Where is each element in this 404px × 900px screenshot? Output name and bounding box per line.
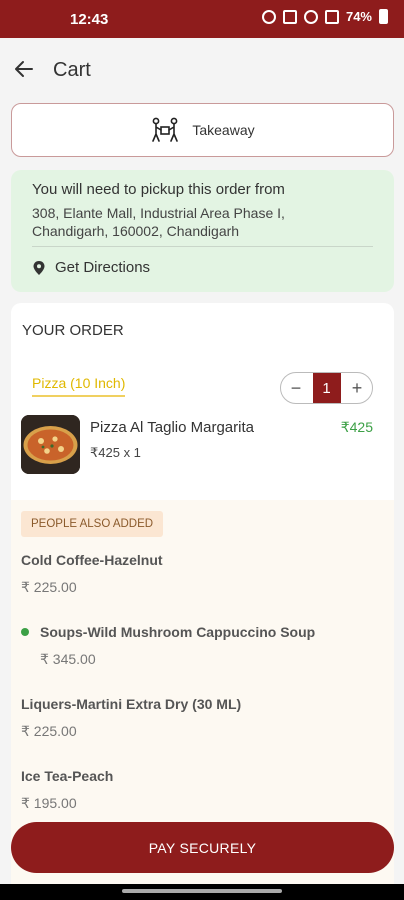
status-time: 12:43 [70, 11, 109, 28]
takeaway-handover-icon [152, 117, 179, 142]
category-label: Pizza (10 Inch) [32, 375, 126, 397]
get-directions-link[interactable]: Get Directions [33, 259, 150, 276]
order-title: YOUR ORDER [22, 322, 124, 339]
app-header: Cart [0, 38, 404, 100]
status-icons: 74% [261, 9, 388, 24]
takeaway-option[interactable]: Takeaway [11, 103, 394, 157]
suggestion-price: ₹ 345.00 [40, 651, 96, 667]
decrease-quantity-button[interactable]: − [281, 373, 311, 403]
increase-quantity-button[interactable]: + [342, 373, 372, 403]
suggestion-price: ₹ 225.00 [21, 579, 77, 595]
pay-securely-button[interactable]: PAY SECURELY [11, 822, 394, 873]
battery-percent: 74% [345, 9, 372, 24]
quantity-stepper: − 1 + [280, 372, 373, 404]
status-bar: 12:43 74% [0, 0, 404, 38]
veg-indicator-icon [21, 628, 29, 636]
battery-icon [379, 9, 388, 24]
pickup-title: You will need to pickup this order from [32, 181, 285, 198]
home-gesture-handle[interactable] [122, 889, 282, 893]
page-title: Cart [53, 59, 91, 81]
order-card: YOUR ORDER Pizza (10 Inch) − 1 + Pizza A… [11, 303, 394, 500]
suggestion-name: Cold Coffee-Hazelnut [21, 552, 163, 568]
settings-icon [303, 9, 318, 24]
item-unit-price: ₹425 x 1 [90, 445, 141, 460]
pickup-divider [32, 246, 373, 247]
address-line-1: 308, Elante Mall, Industrial Area Phase … [32, 205, 285, 221]
back-button[interactable] [10, 54, 40, 84]
suggestion-item[interactable]: Liquers-Martini Extra Dry (30 ML) ₹ 225.… [21, 696, 241, 740]
directions-label: Get Directions [55, 259, 151, 276]
suggestion-item[interactable]: Cold Coffee-Hazelnut ₹ 225.00 [21, 552, 163, 596]
location-pin-icon [33, 260, 45, 275]
suggestion-name: Soups-Wild Mushroom Cappuccino Soup [40, 624, 316, 640]
takeaway-label: Takeaway [192, 122, 255, 138]
people-also-added-badge: PEOPLE ALSO ADDED [21, 511, 164, 537]
gallery-icon [282, 9, 297, 24]
item-name: Pizza Al Taglio Margarita [90, 419, 254, 436]
wifi-signal-icon [324, 9, 339, 24]
address-line-2: Chandigarh, 160002, Chandigarh [32, 223, 240, 239]
item-price: ₹425 [340, 419, 373, 435]
pickup-card: You will need to pickup this order from … [11, 170, 394, 292]
system-navigation-bar [0, 884, 404, 900]
pizza-image [21, 415, 80, 474]
alarm-icon [261, 9, 276, 24]
suggestion-item[interactable]: Soups-Wild Mushroom Cappuccino Soup ₹ 34… [40, 624, 315, 668]
suggestion-name: Ice Tea-Peach [21, 768, 114, 784]
suggestion-price: ₹ 225.00 [21, 723, 77, 739]
pickup-address: 308, Elante Mall, Industrial Area Phase … [32, 204, 372, 240]
suggestion-name: Liquers-Martini Extra Dry (30 ML) [21, 696, 242, 712]
suggestion-price: ₹ 195.00 [21, 795, 77, 811]
arrow-left-icon [15, 61, 33, 77]
suggestion-item[interactable]: Ice Tea-Peach ₹ 195.00 [21, 768, 113, 812]
quantity-value: 1 [312, 373, 341, 403]
